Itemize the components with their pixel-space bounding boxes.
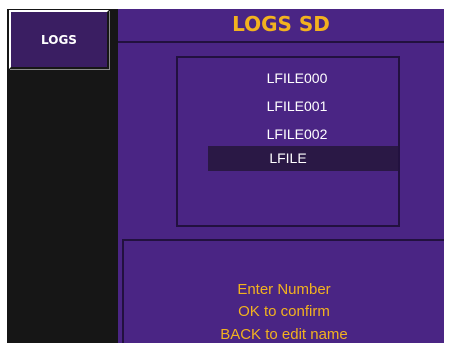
list-item-lfile000[interactable]: LFILE000 — [178, 66, 398, 90]
instruction-enter-number: Enter Number — [237, 281, 331, 298]
instruction-ok-confirm: OK to confirm — [238, 303, 330, 320]
list-item-lfile002[interactable]: LFILE002 — [178, 122, 398, 146]
list-item-lfile001[interactable]: LFILE001 — [178, 94, 398, 118]
filename-edit-field[interactable]: LFILE — [208, 146, 398, 171]
instruction-back-edit: BACK to edit name — [220, 326, 348, 343]
sidebar-tab-logs[interactable]: LOGS — [9, 10, 109, 69]
file-list: LFILE000 LFILE001 LFILE002 LFILE — [176, 56, 400, 227]
main-panel: LOGS SD LFILE000 LFILE001 LFILE002 LFILE… — [118, 9, 444, 343]
sidebar: LOGS — [7, 9, 118, 343]
device-screen: LOGS LOGS SD LFILE000 LFILE001 LFILE002 … — [7, 9, 444, 343]
instruction-panel: Enter Number OK to confirm BACK to edit … — [122, 239, 444, 343]
page-title: LOGS SD — [118, 9, 444, 43]
sidebar-tab-label: LOGS — [41, 32, 77, 47]
